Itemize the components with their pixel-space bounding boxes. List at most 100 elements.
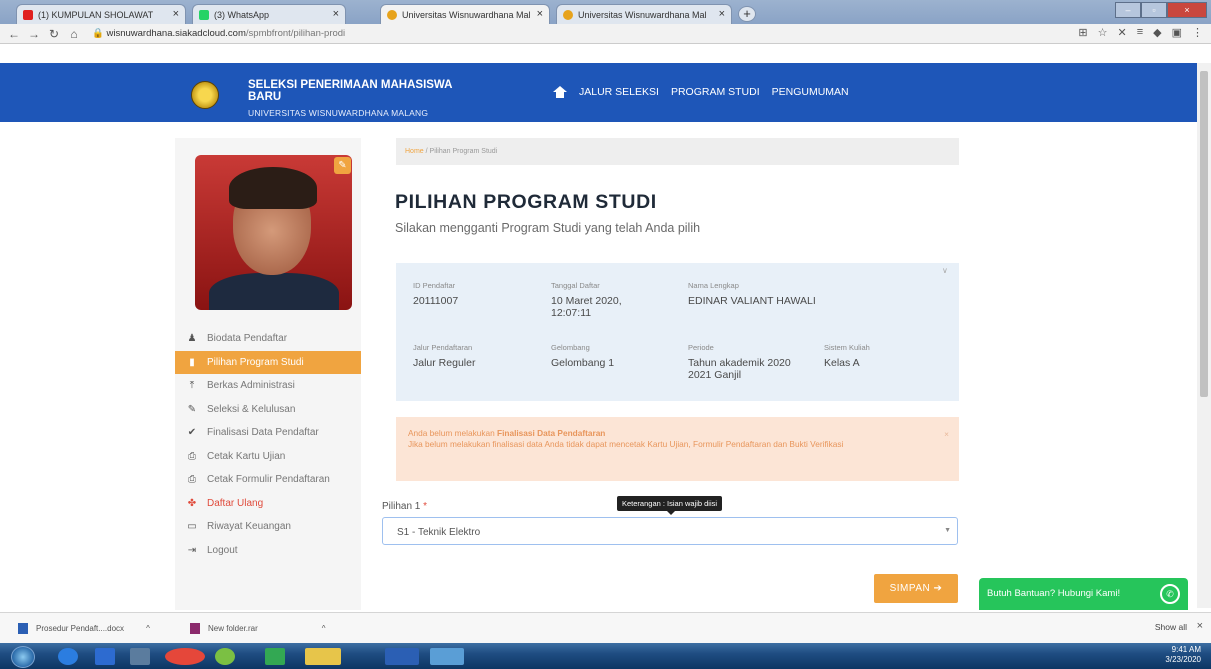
close-tab-icon[interactable]: ×	[719, 8, 725, 20]
help-chat-button[interactable]: Butuh Bantuan? Hubungi Kami! ✆	[979, 578, 1188, 610]
logout-icon: ⇥	[187, 544, 197, 556]
sidebar-item-seleksi[interactable]: ✎ Seleksi & Kelulusan	[175, 398, 361, 422]
scrollbar-thumb[interactable]	[1200, 71, 1208, 397]
sidebar-menu: ♟ Biodata Pendaftar ▮ Pilihan Program Stud…	[175, 327, 361, 562]
show-all-button[interactable]: Show all	[1155, 622, 1187, 632]
address-bar: ← → ↻ ⌂ 🔒 wisnuwardhana.siakadcloud.com/…	[0, 24, 1211, 44]
app-icon[interactable]	[430, 648, 464, 665]
info-sistem: Sistem Kuliah Kelas A	[824, 343, 870, 369]
new-tab-button[interactable]: +	[738, 6, 756, 22]
page-title: PILIHAN PROGRAM STUDI	[395, 191, 657, 213]
star-icon[interactable]: ☆	[1098, 26, 1108, 39]
translate-icon[interactable]: ⊞	[1078, 26, 1087, 39]
collapse-icon[interactable]: ∨	[942, 266, 948, 275]
start-button[interactable]	[11, 646, 35, 668]
rar-file-icon	[190, 623, 200, 634]
arrow-right-icon: ➔	[933, 583, 943, 594]
explorer-icon[interactable]	[305, 648, 341, 665]
ie-icon[interactable]	[58, 648, 78, 665]
close-window-button[interactable]: ×	[1167, 2, 1207, 18]
youtube-icon	[23, 9, 33, 20]
chevron-up-icon[interactable]: ^	[322, 624, 326, 633]
edit-photo-button[interactable]: ✎	[334, 157, 351, 174]
required-tooltip: Keterangan : Isian wajib diisi	[617, 496, 723, 515]
word-icon[interactable]	[385, 648, 419, 665]
chrome-icon[interactable]	[165, 648, 205, 665]
program-choice-select[interactable]: S1 - Teknik Elektro ▼	[382, 517, 958, 545]
sidebar-item-biodata[interactable]: ♟ Biodata Pendaftar	[175, 327, 361, 351]
browser-tab[interactable]: (1) KUMPULAN SHOLAWAT ×	[16, 4, 186, 24]
browser-tab[interactable]: Universitas Wisnuwardhana Mal ×	[556, 4, 732, 24]
browser-tab-bar: (1) KUMPULAN SHOLAWAT × (3) WhatsApp × Uni…	[0, 0, 1211, 24]
nav-jalur-seleksi[interactable]: JALUR SELEKSI	[579, 86, 659, 98]
download-item[interactable]: New folder.rar ^	[190, 623, 326, 634]
sidebar-item-berkas[interactable]: ⤒ Berkas Administrasi	[175, 374, 361, 398]
chevron-up-icon[interactable]: ^	[146, 624, 150, 633]
forward-icon[interactable]: →	[28, 27, 40, 41]
sidebar-item-kartu-ujian[interactable]: ⎙ Cetak Kartu Ujian	[175, 445, 361, 469]
breadcrumb-home-link[interactable]: Home	[405, 148, 424, 155]
dropdown-caret-icon: ▼	[944, 527, 951, 534]
app-icon[interactable]	[130, 648, 150, 665]
sidebar-item-daftar-ulang[interactable]: ✤ Daftar Ulang	[175, 492, 361, 516]
menu-icon[interactable]: ⋮	[1192, 26, 1203, 39]
reload-icon[interactable]: ↻	[48, 27, 60, 41]
sidebar-item-logout[interactable]: ⇥ Logout	[175, 539, 361, 563]
check-icon: ✔	[187, 427, 197, 439]
download-item[interactable]: Prosedur Pendaft....docx ^	[18, 623, 150, 634]
close-tab-icon[interactable]: ×	[537, 8, 543, 20]
sidebar-item-riwayat-keuangan[interactable]: ▭ Riwayat Keuangan	[175, 515, 361, 539]
top-nav: JALUR SELEKSI PROGRAM STUDI PENGUMUMAN	[553, 86, 849, 98]
close-alert-icon[interactable]: ×	[944, 429, 949, 440]
nav-pengumuman[interactable]: PENGUMUMAN	[772, 86, 849, 98]
choice-label: Pilihan 1 *	[382, 501, 428, 512]
site-icon	[563, 9, 573, 20]
media-icon[interactable]	[95, 648, 115, 665]
extension-icon[interactable]: ◆	[1153, 26, 1161, 39]
app-icon[interactable]	[215, 648, 235, 665]
page-scrollbar[interactable]	[1197, 63, 1211, 608]
home-browser-icon[interactable]: ⌂	[68, 27, 80, 41]
site-icon	[387, 9, 397, 20]
info-periode: Periode Tahun akademik 2020 2021 Ganjil	[688, 343, 791, 381]
whatsapp-icon: ✆	[1160, 584, 1180, 604]
word-file-icon	[18, 623, 28, 634]
url-field[interactable]: 🔒 wisnuwardhana.siakadcloud.com/spmbfron…	[92, 28, 345, 39]
minimize-button[interactable]: –	[1115, 2, 1141, 18]
site-title: SELEKSI PENERIMAAN MAHASISWA BARU	[248, 79, 453, 103]
info-date: Tanggal Daftar 10 Maret 2020, 12:07:11	[551, 281, 622, 319]
money-icon: ▭	[187, 521, 197, 533]
print-icon: ⎙	[188, 450, 196, 462]
sidebar-item-formulir[interactable]: ⎙ Cetak Formulir Pendaftaran	[175, 468, 361, 492]
register-icon: ✤	[187, 497, 197, 509]
info-name: Nama Lengkap EDINAR VALIANT HAWALI	[688, 281, 816, 307]
profile-photo	[195, 155, 352, 310]
extension-icon[interactable]: ≡	[1137, 26, 1143, 39]
sidebar-item-pilihan-prodi[interactable]: ▮ Pilihan Program Studi	[175, 350, 361, 374]
site-subtitle: UNIVERSITAS WISNUWARDHANA MALANG	[248, 108, 429, 118]
nav-program-studi[interactable]: PROGRAM STUDI	[671, 86, 760, 98]
close-downloads-icon[interactable]: ×	[1197, 620, 1203, 632]
maximize-button[interactable]: ▫	[1141, 2, 1167, 18]
browser-tab[interactable]: (3) WhatsApp ×	[192, 4, 346, 24]
info-jalur: Jalur Pendaftaran Jalur Reguler	[413, 343, 476, 369]
info-gelombang: Gelombang Gelombang 1	[551, 343, 615, 369]
system-clock[interactable]: 9:41 AM 3/23/2020	[1165, 645, 1201, 665]
extension-icon[interactable]: ▣	[1172, 26, 1182, 39]
applicant-info-panel	[396, 263, 959, 401]
close-tab-icon[interactable]: ×	[333, 8, 339, 20]
sidebar-item-finalisasi[interactable]: ✔ Finalisasi Data Pendaftar	[175, 421, 361, 445]
upload-icon: ⤒	[189, 380, 195, 392]
app-icon[interactable]	[265, 648, 285, 665]
home-icon[interactable]	[553, 86, 567, 98]
university-logo	[191, 81, 219, 109]
close-tab-icon[interactable]: ×	[173, 8, 179, 20]
finalization-alert: Anda belum melakukan Finalisasi Data Pen…	[396, 417, 959, 481]
browser-tab-active[interactable]: Universitas Wisnuwardhana Mal ×	[380, 4, 550, 24]
page-subtitle: Silakan mengganti Program Studi yang tel…	[395, 221, 701, 235]
info-id: ID Pendaftar 20111007	[413, 281, 459, 307]
back-icon[interactable]: ←	[8, 27, 20, 41]
save-button[interactable]: SIMPAN ➔	[874, 574, 958, 603]
extension-icon[interactable]: ✕	[1117, 26, 1126, 39]
downloads-bar: Prosedur Pendaft....docx ^ New folder.rar…	[0, 612, 1211, 643]
